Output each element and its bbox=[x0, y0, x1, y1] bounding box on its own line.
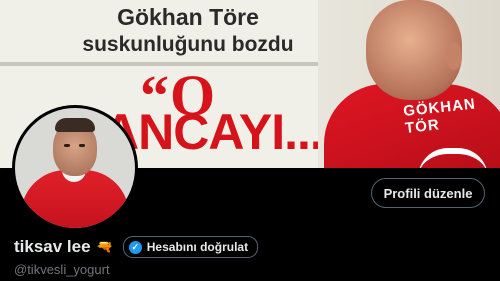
pistol-emoji-icon: 🔫 bbox=[96, 239, 113, 254]
banner-quote-line-2: ANCAYI...” bbox=[103, 104, 348, 160]
verify-account-label: Hesabını doğrulat bbox=[146, 240, 249, 254]
verify-account-button[interactable]: ✓ Hesabını doğrulat bbox=[122, 236, 259, 258]
headline-line-1: Gökhan Töre bbox=[117, 4, 259, 30]
verified-badge-icon: ✓ bbox=[128, 240, 142, 254]
avatar[interactable] bbox=[12, 105, 138, 231]
profile-handle: @tikvesli_yogurt bbox=[14, 262, 110, 277]
edit-profile-button[interactable]: Profili düzenle bbox=[371, 178, 485, 208]
banner-headline: Gökhan Töre suskunluğunu bozdu bbox=[58, 4, 318, 58]
headline-line-2: suskunluğunu bozdu bbox=[82, 33, 294, 56]
banner-player-photo: GÖKHAN TÖR bbox=[318, 0, 500, 168]
profile-name-row: tiksav lee 🔫 ✓ Hesabını doğrulat bbox=[14, 236, 259, 258]
display-name: tiksav lee bbox=[14, 237, 91, 256]
